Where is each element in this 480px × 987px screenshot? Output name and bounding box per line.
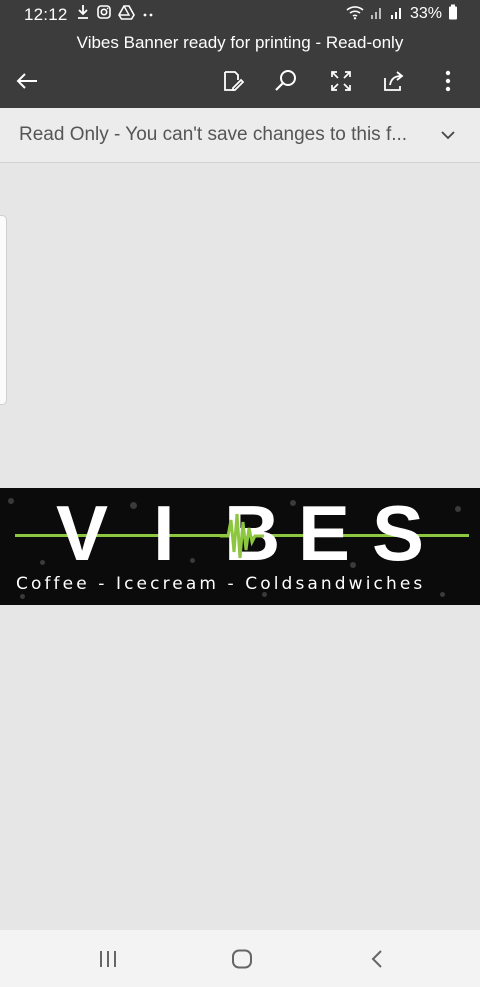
vibes-letter: V [56, 489, 109, 577]
download-icon [76, 4, 90, 25]
status-bar: 12:12 33% [0, 0, 480, 28]
system-navigation-bar [0, 930, 480, 987]
more-dots-icon [141, 4, 155, 25]
vibes-letter: S [372, 489, 425, 577]
status-time: 12:12 [24, 5, 68, 24]
drive-icon [118, 4, 135, 25]
wifi-icon [346, 4, 364, 25]
document-canvas[interactable]: V I B E S Coffee - Icecream - Coldsandwi… [0, 163, 480, 930]
notification-icons [76, 4, 155, 24]
banner-tagline: Coffee - Icecream - Coldsandwiches [16, 574, 426, 594]
home-icon[interactable] [229, 948, 255, 970]
edit-icon[interactable] [220, 68, 246, 94]
document-title: Vibes Banner ready for printing - Read-o… [76, 33, 404, 52]
overflow-menu-icon[interactable] [435, 68, 461, 94]
instagram-icon [96, 4, 112, 25]
sound-wave-graphic [220, 513, 264, 559]
side-panel-handle[interactable] [0, 215, 7, 405]
system-status-icons: 33% [346, 4, 458, 24]
fullscreen-icon[interactable] [328, 68, 354, 94]
chevron-down-icon[interactable] [440, 127, 456, 143]
search-icon[interactable] [273, 68, 299, 94]
share-icon[interactable] [381, 68, 407, 94]
read-only-message: Read Only - You can't save changes to th… [19, 124, 408, 145]
app-toolbar: Vibes Banner ready for printing - Read-o… [0, 28, 480, 108]
read-only-info-bar[interactable]: Read Only - You can't save changes to th… [0, 108, 480, 163]
back-arrow-icon[interactable] [14, 68, 40, 94]
vibes-letter: I [153, 489, 175, 577]
signal-icon [370, 4, 384, 25]
back-icon[interactable] [364, 948, 390, 970]
vibes-banner-image: V I B E S Coffee - Icecream - Coldsandwi… [0, 488, 480, 605]
recents-icon[interactable] [95, 948, 121, 970]
vibes-letter: E [298, 489, 351, 577]
signal-icon [390, 4, 404, 25]
battery-icon [448, 4, 458, 25]
battery-percent: 33% [409, 5, 442, 22]
